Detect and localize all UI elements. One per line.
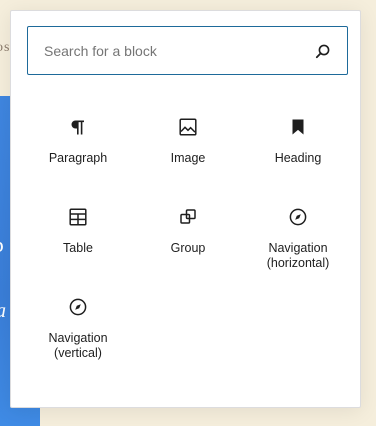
block-item-group[interactable]: Group: [133, 196, 243, 286]
block-item-image[interactable]: Image: [133, 106, 243, 196]
block-item-label: Image: [170, 151, 206, 165]
block-search-input[interactable]: [44, 42, 313, 59]
block-item-navigation-horizontal[interactable]: Navigation (horizontal): [243, 196, 353, 286]
block-types-list: Paragraph Image Heading Table Group Navi…: [23, 106, 353, 376]
block-item-label: Table: [63, 241, 93, 255]
block-item-heading[interactable]: Heading: [243, 106, 353, 196]
block-item-label: Navigation (horizontal): [266, 241, 330, 270]
paragraph-icon: [66, 115, 90, 139]
block-item-table[interactable]: Table: [23, 196, 133, 286]
block-item-label: Paragraph: [48, 151, 108, 165]
group-icon: [176, 205, 200, 229]
compass-icon: [66, 295, 90, 319]
block-search-field: [27, 26, 348, 75]
block-inserter-popover: Paragraph Image Heading: [10, 10, 361, 408]
block-item-label: Navigation (vertical): [48, 331, 108, 360]
heading-icon: [286, 115, 310, 139]
block-item-paragraph[interactable]: Paragraph: [23, 106, 133, 196]
table-icon: [66, 205, 90, 229]
block-item-navigation-vertical[interactable]: Navigation (vertical): [23, 286, 133, 376]
search-icon[interactable]: [313, 41, 333, 61]
background-cover-glyph: a: [0, 300, 6, 323]
image-icon: [176, 115, 200, 139]
block-item-label: Group: [170, 241, 206, 255]
background-page-text: os: [0, 40, 11, 55]
background-cover-glyph: ɔ: [0, 232, 4, 258]
block-item-label: Heading: [274, 151, 322, 165]
compass-icon: [286, 205, 310, 229]
